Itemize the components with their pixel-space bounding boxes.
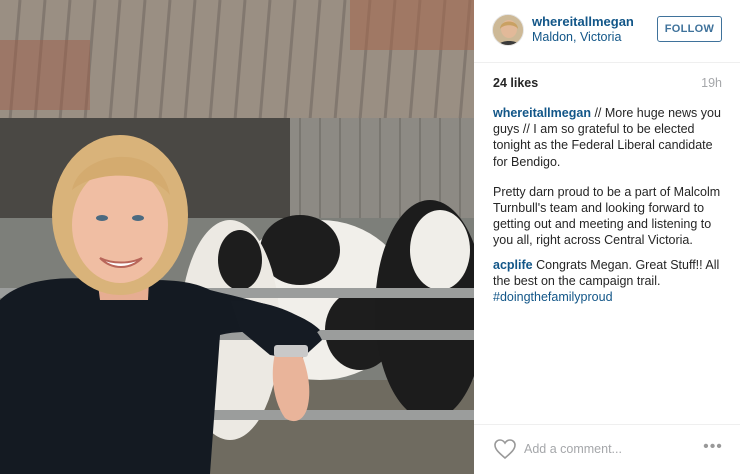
more-options-icon[interactable]: ••• [701, 439, 725, 458]
post-footer: ••• [474, 424, 740, 474]
post-caption: whereitallmegan // More huge news you gu… [493, 105, 723, 319]
author-username[interactable]: whereitallmegan [532, 14, 634, 29]
post-sidebar: whereitallmegan Maldon, Victoria FOLLOW … [474, 0, 740, 474]
avatar-icon [493, 15, 523, 45]
post-time[interactable]: 19h [701, 76, 722, 90]
author-location[interactable]: Maldon, Victoria [532, 30, 621, 44]
caption-username[interactable]: whereitallmegan [493, 106, 591, 120]
caption-paragraph-2: Pretty darn proud to be a part of Malcol… [493, 184, 723, 249]
caption-text-2: Pretty darn proud to be a part of Malcol… [493, 184, 721, 248]
profile-avatar[interactable] [492, 14, 524, 46]
header-divider [474, 62, 740, 63]
caption-paragraph-1: whereitallmegan // More huge news you gu… [493, 105, 723, 170]
post-header: whereitallmegan Maldon, Victoria FOLLOW [474, 0, 740, 62]
follow-button[interactable]: FOLLOW [657, 16, 722, 42]
comment-hashtag[interactable]: #doingthefamilyproud [493, 290, 613, 304]
post-photo[interactable] [0, 0, 474, 474]
farm-photo-illustration [0, 0, 474, 474]
heart-icon-svg [494, 439, 516, 460]
comment-username[interactable]: acplife [493, 258, 533, 272]
add-comment-input[interactable] [524, 439, 694, 459]
likes-count[interactable]: 24 likes [493, 76, 538, 90]
heart-icon[interactable] [493, 438, 517, 460]
comment-item: acplife Congrats Megan. Great Stuff!! Al… [493, 257, 723, 306]
